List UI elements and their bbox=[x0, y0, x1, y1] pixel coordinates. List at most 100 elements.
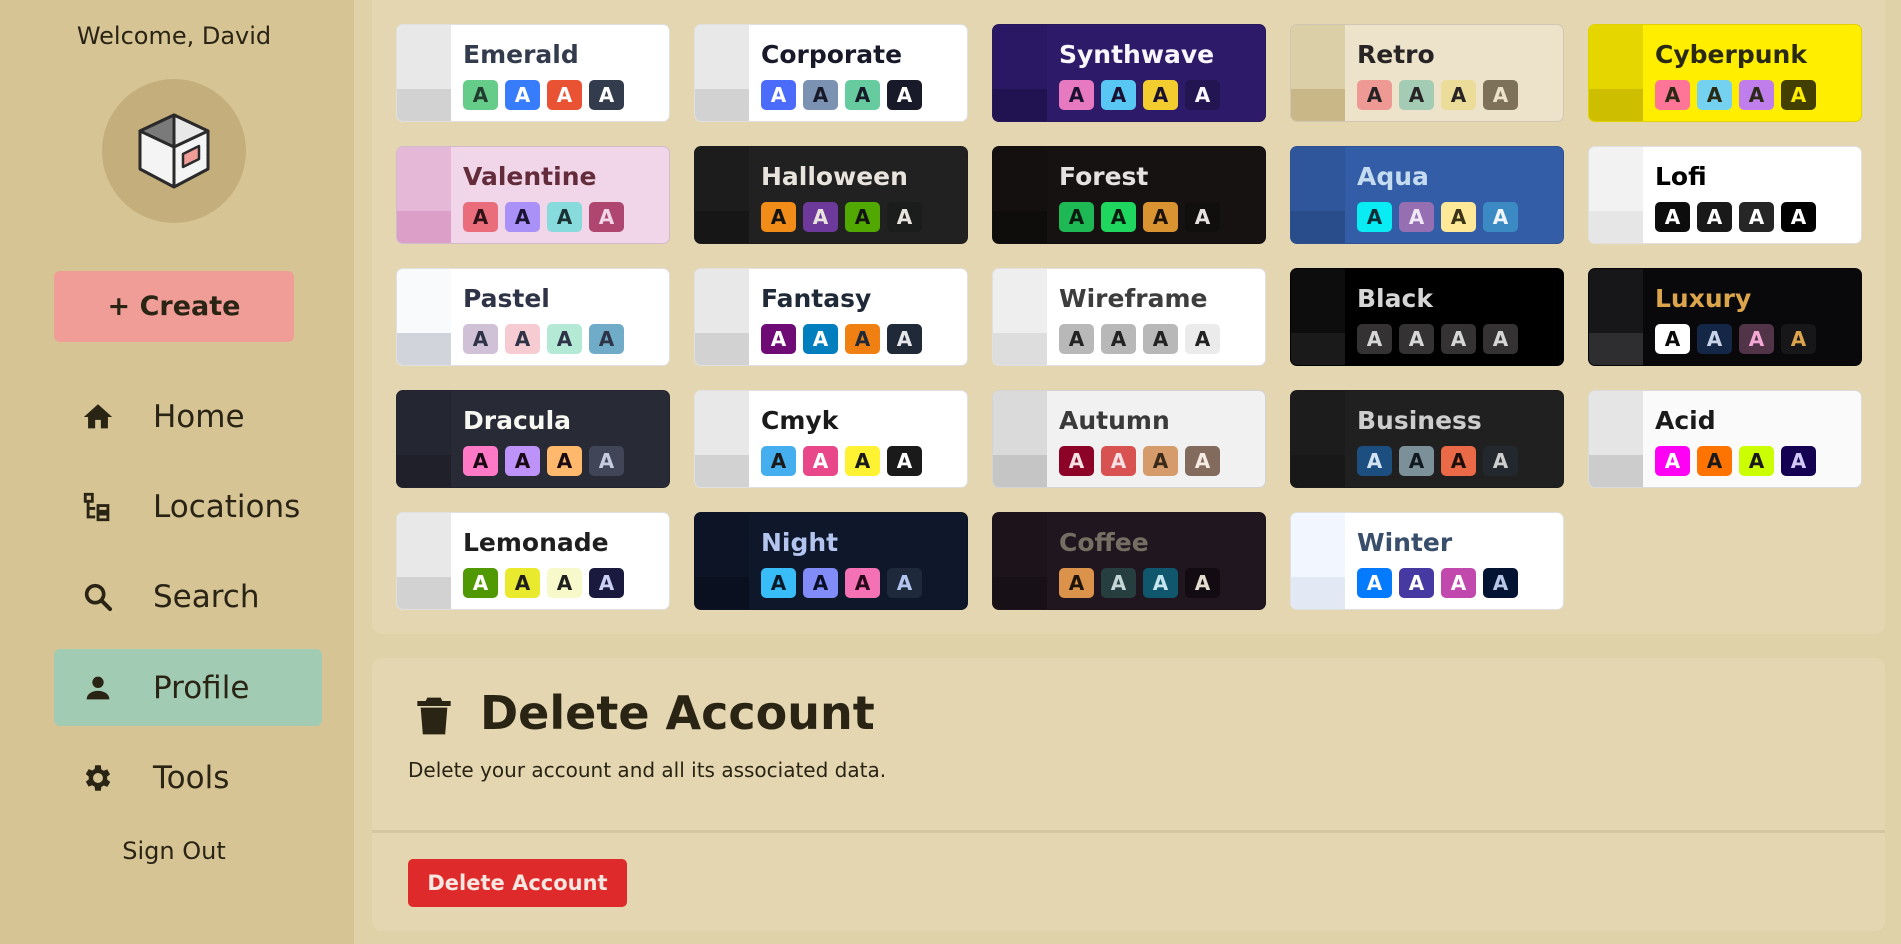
theme-swatch: A bbox=[1441, 568, 1476, 598]
theme-swatch: A bbox=[589, 446, 624, 476]
theme-color-strip bbox=[695, 391, 749, 487]
theme-swatch: A bbox=[1059, 80, 1094, 110]
theme-swatches: AAAA bbox=[463, 202, 624, 232]
theme-tile-fantasy[interactable]: Fantasy A A A A bbox=[694, 268, 968, 366]
theme-swatch: A bbox=[1059, 324, 1094, 354]
theme-color-strip bbox=[993, 147, 1047, 243]
theme-name: Business bbox=[1357, 406, 1482, 435]
theme-name: Emerald bbox=[463, 40, 579, 69]
theme-color-strip bbox=[993, 391, 1047, 487]
theme-swatch: A bbox=[1483, 568, 1518, 598]
theme-swatch: A bbox=[1697, 202, 1732, 232]
theme-tile-wireframe[interactable]: Wireframe A A A A bbox=[992, 268, 1266, 366]
theme-swatches: AAAA bbox=[1655, 202, 1816, 232]
theme-name: Forest bbox=[1059, 162, 1149, 191]
theme-swatch: A bbox=[761, 446, 796, 476]
theme-swatch: A bbox=[887, 202, 922, 232]
theme-swatches: AAAA bbox=[463, 446, 624, 476]
nav-item-home[interactable]: Home bbox=[54, 378, 322, 455]
create-button[interactable]: + Create bbox=[54, 271, 294, 342]
theme-swatch: A bbox=[547, 80, 582, 110]
theme-swatch: A bbox=[1185, 202, 1220, 232]
divider bbox=[372, 830, 1885, 833]
nav-item-search[interactable]: Search bbox=[54, 558, 322, 635]
theme-swatches: AAAA bbox=[1357, 446, 1518, 476]
theme-tile-valentine[interactable]: Valentine A A A A bbox=[396, 146, 670, 244]
theme-tile-halloween[interactable]: Halloween A A A A bbox=[694, 146, 968, 244]
theme-tile-emerald[interactable]: Emerald A A A A bbox=[396, 24, 670, 122]
theme-swatches: AAAA bbox=[1357, 568, 1518, 598]
theme-color-strip bbox=[397, 269, 451, 365]
theme-name: Luxury bbox=[1655, 284, 1752, 313]
person-icon bbox=[54, 671, 137, 705]
theme-name: Synthwave bbox=[1059, 40, 1215, 69]
theme-swatches: AAAA bbox=[1655, 324, 1816, 354]
theme-swatch: A bbox=[845, 446, 880, 476]
theme-swatch: A bbox=[1399, 324, 1434, 354]
theme-color-strip bbox=[1589, 147, 1643, 243]
theme-tile-coffee[interactable]: Coffee A A A A bbox=[992, 512, 1266, 610]
theme-tile-corporate[interactable]: Corporate A A A A bbox=[694, 24, 968, 122]
theme-tile-forest[interactable]: Forest A A A A bbox=[992, 146, 1266, 244]
theme-tile-dracula[interactable]: Dracula A A A A bbox=[396, 390, 670, 488]
theme-name: Fantasy bbox=[761, 284, 872, 313]
theme-color-strip bbox=[695, 513, 749, 609]
nav-item-profile[interactable]: Profile bbox=[54, 649, 322, 726]
theme-swatches: AAAA bbox=[1655, 80, 1816, 110]
nav-item-locations[interactable]: Locations bbox=[54, 468, 322, 545]
theme-swatch: A bbox=[505, 80, 540, 110]
theme-name: Aqua bbox=[1357, 162, 1429, 191]
theme-tile-autumn[interactable]: Autumn A A A A bbox=[992, 390, 1266, 488]
theme-color-strip bbox=[397, 147, 451, 243]
theme-swatch: A bbox=[1483, 202, 1518, 232]
theme-name: Halloween bbox=[761, 162, 908, 191]
theme-tile-luxury[interactable]: Luxury A A A A bbox=[1588, 268, 1862, 366]
theme-swatches: AAAA bbox=[1059, 568, 1220, 598]
theme-tile-business[interactable]: Business A A A A bbox=[1290, 390, 1564, 488]
theme-swatch: A bbox=[589, 80, 624, 110]
theme-swatch: A bbox=[463, 202, 498, 232]
theme-tile-cmyk[interactable]: Cmyk A A A A bbox=[694, 390, 968, 488]
theme-swatches: AAAA bbox=[761, 324, 922, 354]
theme-swatch: A bbox=[547, 324, 582, 354]
delete-account-button[interactable]: Delete Account bbox=[408, 859, 627, 907]
theme-swatch: A bbox=[589, 568, 624, 598]
theme-swatches: AAAA bbox=[1357, 80, 1518, 110]
theme-swatch: A bbox=[1185, 568, 1220, 598]
theme-color-strip bbox=[1291, 513, 1345, 609]
theme-tile-lemonade[interactable]: Lemonade A A A A bbox=[396, 512, 670, 610]
home-icon bbox=[54, 400, 137, 434]
theme-tile-pastel[interactable]: Pastel A A A A bbox=[396, 268, 670, 366]
theme-swatch: A bbox=[1143, 80, 1178, 110]
theme-swatch: A bbox=[1441, 80, 1476, 110]
sign-out-link[interactable]: Sign Out bbox=[0, 837, 348, 865]
theme-tile-cyberpunk[interactable]: Cyberpunk A A A A bbox=[1588, 24, 1862, 122]
nav-item-tools[interactable]: Tools bbox=[54, 739, 322, 816]
theme-swatch: A bbox=[1655, 202, 1690, 232]
theme-tile-acid[interactable]: Acid A A A A bbox=[1588, 390, 1862, 488]
theme-swatch: A bbox=[463, 568, 498, 598]
theme-swatches: AAAA bbox=[761, 568, 922, 598]
theme-swatch: A bbox=[845, 80, 880, 110]
theme-swatch: A bbox=[1399, 80, 1434, 110]
theme-swatch: A bbox=[887, 80, 922, 110]
theme-name: Coffee bbox=[1059, 528, 1149, 557]
theme-tile-night[interactable]: Night A A A A bbox=[694, 512, 968, 610]
theme-swatch: A bbox=[803, 202, 838, 232]
theme-name: Pastel bbox=[463, 284, 550, 313]
theme-tile-aqua[interactable]: Aqua A A A A bbox=[1290, 146, 1564, 244]
theme-swatch: A bbox=[1739, 446, 1774, 476]
theme-tile-lofi[interactable]: Lofi A A A A bbox=[1588, 146, 1862, 244]
theme-color-strip bbox=[993, 25, 1047, 121]
theme-color-strip bbox=[1291, 147, 1345, 243]
theme-swatch: A bbox=[1357, 324, 1392, 354]
theme-swatch: A bbox=[887, 446, 922, 476]
theme-swatch: A bbox=[845, 568, 880, 598]
theme-tile-retro[interactable]: Retro A A A A bbox=[1290, 24, 1564, 122]
theme-swatch: A bbox=[1357, 568, 1392, 598]
theme-swatch: A bbox=[1739, 324, 1774, 354]
theme-name: Corporate bbox=[761, 40, 903, 69]
theme-tile-black[interactable]: Black A A A A bbox=[1290, 268, 1564, 366]
theme-tile-winter[interactable]: Winter A A A A bbox=[1290, 512, 1564, 610]
theme-tile-synthwave[interactable]: Synthwave A A A A bbox=[992, 24, 1266, 122]
